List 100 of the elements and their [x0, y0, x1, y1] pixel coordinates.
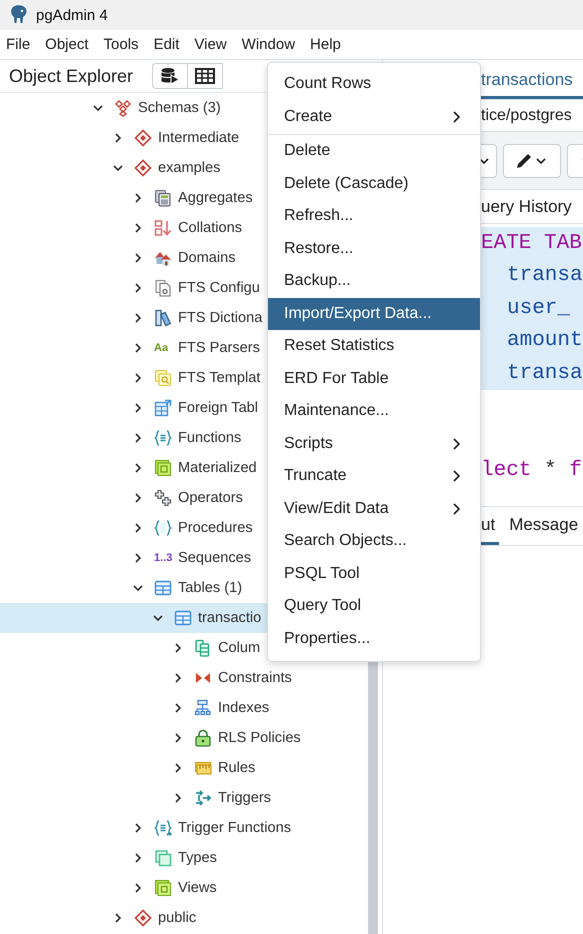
code-line: lect * f — [481, 459, 582, 482]
tree-label: Triggers — [218, 790, 271, 806]
tree-row[interactable]: Rules — [0, 753, 366, 783]
tree-row[interactable]: Types — [0, 843, 366, 873]
tree-label: Aggregates — [178, 190, 253, 206]
window-title: pgAdmin 4 — [36, 6, 108, 24]
tree-label: Schemas (3) — [138, 100, 221, 116]
code-line: EATE TAB — [481, 232, 582, 255]
tree-label: Intermediate — [158, 130, 240, 146]
tree-label: Constraints — [218, 670, 292, 686]
code-line: transa — [507, 362, 583, 385]
menu-item[interactable]: Edit — [154, 36, 180, 53]
table-arrow-icon — [154, 399, 172, 417]
tree-label: Rules — [218, 760, 256, 776]
tree-label: FTS Dictiona — [178, 310, 262, 326]
context-menu-item[interactable]: Restore... — [268, 232, 480, 265]
context-menu-item[interactable]: Delete (Cascade) — [268, 168, 480, 200]
tree-label: FTS Configu — [178, 280, 260, 296]
tree-label: Functions — [178, 430, 242, 446]
database-play-icon — [160, 67, 180, 85]
hierarchy-icon — [194, 699, 212, 717]
context-menu-item[interactable]: Scripts — [268, 428, 480, 460]
context-menu-item[interactable]: Maintenance... — [268, 395, 480, 428]
context-menu-item[interactable]: Truncate — [268, 460, 480, 492]
context-menu-item[interactable]: PSQL Tool — [268, 558, 480, 590]
menu-item[interactable]: Help — [310, 36, 341, 53]
context-menu-item[interactable]: Import/Export Data... — [268, 298, 480, 330]
tree-label: FTS Templat — [178, 370, 260, 386]
braces-icon — [154, 519, 172, 537]
columns-icon — [194, 639, 212, 657]
tree-label: RLS Policies — [218, 730, 301, 746]
tree-label: transactio — [198, 610, 262, 626]
context-menu-item[interactable]: Backup... — [268, 265, 480, 298]
tree-label: Trigger Functions — [178, 820, 292, 836]
squares-icon — [154, 459, 172, 477]
table-view-button[interactable] — [187, 63, 224, 89]
glyph-icon: 1..3 — [154, 552, 172, 564]
elephant-logo-icon — [10, 5, 28, 25]
tree-row[interactable]: RLS Policies — [0, 723, 366, 753]
menu-item[interactable]: View — [194, 36, 227, 53]
squares-icon — [154, 849, 172, 867]
arrows-icon — [194, 789, 212, 807]
context-menu-item[interactable]: ERD For Table — [268, 362, 480, 395]
tree-label: examples — [158, 160, 220, 176]
context-menu-item[interactable]: Create — [268, 100, 480, 133]
tree-label: Operators — [178, 490, 243, 506]
tree-row[interactable]: Views — [0, 873, 366, 903]
calculator-icon — [154, 189, 172, 207]
table-icon — [174, 609, 192, 627]
table-icon — [154, 579, 172, 597]
context-menu-item[interactable]: Refresh... — [268, 200, 480, 232]
tree-label: Collations — [178, 220, 242, 236]
edit-button[interactable] — [503, 144, 561, 178]
tree-row[interactable]: Triggers — [0, 783, 366, 813]
table-grid-icon — [195, 68, 216, 84]
sort-arrow-icon — [154, 219, 172, 237]
tree-row[interactable]: Trigger Functions — [0, 813, 366, 843]
braces-icon — [154, 819, 172, 837]
result-tab[interactable]: Message — [509, 507, 578, 545]
tree-label: Domains — [178, 250, 236, 266]
diamond-icon — [134, 159, 152, 177]
tree-row[interactable]: Constraints — [0, 663, 366, 693]
books-icon — [154, 309, 172, 327]
glyph-icon: Aa — [154, 342, 172, 354]
tree-label: Tables (1) — [178, 580, 242, 596]
tree-label: Sequences — [178, 550, 252, 566]
ruler-icon — [194, 759, 212, 777]
code-line: user_ — [507, 296, 570, 320]
code-line: amount — [507, 329, 583, 352]
menu-item[interactable]: File — [6, 36, 30, 53]
context-menu-item[interactable]: Delete — [268, 135, 480, 168]
code-line: transa — [507, 264, 583, 288]
tree-label: FTS Parsers — [178, 340, 260, 356]
chevron-down-icon — [479, 158, 489, 164]
tree-row[interactable]: Indexes — [0, 693, 366, 723]
tree-label: Types — [178, 850, 217, 866]
tree-label: Foreign Tabl — [178, 400, 258, 416]
diamonds-icon — [114, 99, 132, 117]
tree-label: Procedures — [178, 520, 253, 536]
tree-label: Materialized — [178, 460, 257, 476]
plus-shapes-icon — [154, 489, 172, 507]
tree-label: public — [158, 910, 196, 926]
connection-label: tice/postgres — [481, 106, 572, 124]
document-gear-icon — [154, 279, 172, 297]
panel-title: Object Explorer — [9, 66, 134, 86]
tree-label: Colum — [218, 640, 260, 656]
query-tool-button[interactable] — [152, 63, 188, 89]
menu-item[interactable]: Object — [45, 36, 89, 53]
tree-row[interactable]: public — [0, 903, 366, 933]
diamond-icon — [134, 909, 152, 927]
tree-label: Views — [178, 880, 217, 896]
context-menu-item[interactable]: Reset Statistics — [268, 330, 480, 362]
squares-icon — [154, 879, 172, 897]
tree-label: Indexes — [218, 700, 270, 716]
query-history-tab[interactable]: uery History — [481, 196, 572, 216]
magnifier-icon — [154, 369, 172, 387]
diamond-icon — [134, 129, 152, 147]
menu-item[interactable]: Window — [242, 36, 296, 53]
menu-item[interactable]: Tools — [104, 36, 139, 53]
braces-icon — [154, 429, 172, 447]
